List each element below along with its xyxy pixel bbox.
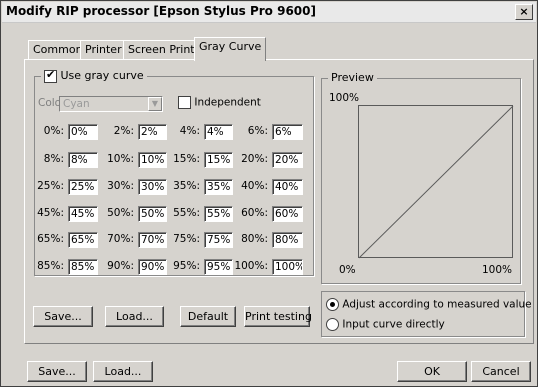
gray-level-input[interactable]: 0% — [68, 124, 98, 140]
gray-level-label: 70%: — [107, 233, 134, 245]
preview-y-max-label: 100% — [329, 92, 360, 104]
gray-level-input[interactable]: 75% — [204, 232, 233, 248]
preview-curve-plot — [358, 105, 514, 259]
gray-level-input[interactable]: 6% — [272, 124, 303, 140]
gray-level-label: 75%: — [173, 233, 200, 245]
gray-level-input[interactable]: 80% — [272, 232, 303, 248]
use-gray-curve-checkbox[interactable] — [44, 68, 57, 83]
gray-level-input[interactable]: 90% — [138, 259, 167, 275]
title-bar: Modify RIP processor [Epson Stylus Pro 9… — [2, 2, 536, 23]
gray-level-input[interactable]: 50% — [138, 206, 167, 222]
gray-level-input[interactable]: 65% — [68, 232, 98, 248]
gray-level-input[interactable]: 70% — [138, 232, 167, 248]
tab-gray-curve[interactable]: Gray Curve — [194, 37, 267, 61]
gray-level-label: 85%: — [37, 260, 64, 272]
gray-level-label: 50%: — [107, 207, 134, 219]
gray-level-label: 55%: — [173, 207, 200, 219]
gray-level-input[interactable]: 35% — [204, 179, 233, 195]
gray-level-input[interactable]: 8% — [68, 152, 98, 168]
gray-level-label: 65%: — [37, 233, 64, 245]
tab-screen-print[interactable]: Screen Print — [123, 40, 200, 60]
gray-level-input[interactable]: 10% — [138, 152, 167, 168]
tab-printer[interactable]: Printer — [80, 40, 127, 60]
gray-level-label: 45%: — [37, 207, 64, 219]
gray-level-input[interactable]: 2% — [138, 124, 167, 140]
gray-level-input[interactable]: 20% — [272, 152, 303, 168]
default-button[interactable]: Default — [180, 306, 236, 327]
gray-level-label: 30%: — [107, 180, 134, 192]
gray-level-input[interactable]: 30% — [138, 179, 167, 195]
gray-level-input[interactable]: 15% — [204, 152, 233, 168]
color-select[interactable]: Cyan ▼ — [59, 96, 163, 112]
use-gray-curve-checkbox-row[interactable]: Use gray curve — [41, 68, 147, 83]
gray-level-input[interactable]: 60% — [272, 206, 303, 222]
use-gray-curve-label: Use gray curve — [60, 69, 144, 82]
cancel-button[interactable]: Cancel — [471, 361, 531, 382]
gray-level-input[interactable]: 85% — [68, 259, 98, 275]
gray-level-label: 6%: — [247, 125, 268, 137]
ok-button[interactable]: OK — [397, 361, 467, 382]
independent-label: Independent — [194, 96, 261, 109]
gray-level-input[interactable]: 45% — [68, 206, 98, 222]
window-title: Modify RIP processor [Epson Stylus Pro 9… — [6, 4, 316, 18]
gray-level-label: 10%: — [107, 153, 134, 165]
gray-level-label: 100%: — [234, 260, 268, 272]
gray-level-input[interactable]: 95% — [204, 259, 233, 275]
radio-adjust-measured-button[interactable] — [326, 298, 339, 311]
preview-curve-line — [358, 105, 514, 259]
gray-level-label: 25%: — [37, 180, 64, 192]
curve-load-button[interactable]: Load... — [105, 306, 164, 327]
color-select-value: Cyan — [63, 98, 90, 110]
close-button[interactable]: × — [515, 4, 533, 20]
gray-level-label: 80%: — [241, 233, 268, 245]
gray-level-label: 90%: — [107, 260, 134, 272]
print-testing-button[interactable]: Print testing — [244, 306, 312, 327]
independent-checkbox[interactable] — [178, 96, 191, 109]
gray-level-label: 0%: — [43, 125, 64, 137]
independent-checkbox-row[interactable]: Independent — [178, 96, 261, 109]
gray-level-label: 4%: — [179, 125, 200, 137]
radio-input-directly-button[interactable] — [326, 318, 339, 331]
radio-adjust-measured[interactable]: Adjust according to measured value — [326, 298, 532, 311]
gray-level-label: 2%: — [113, 125, 134, 137]
tab-common[interactable]: Common — [28, 40, 88, 60]
gray-level-input[interactable]: 40% — [272, 179, 303, 195]
chevron-down-icon: ▼ — [148, 97, 162, 111]
preview-label: Preview — [328, 71, 377, 84]
gray-level-input[interactable]: 4% — [204, 124, 233, 140]
footer-load-button[interactable]: Load... — [93, 361, 153, 382]
gray-level-input[interactable]: 25% — [68, 179, 98, 195]
gray-level-label: 20%: — [241, 153, 268, 165]
preview-plot-frame — [358, 105, 513, 258]
gray-level-label: 15%: — [173, 153, 200, 165]
preview-x-max-label: 100% — [482, 264, 513, 276]
radio-input-directly-label: Input curve directly — [342, 318, 445, 331]
gray-level-label: 8%: — [43, 153, 64, 165]
gray-level-label: 35%: — [173, 180, 200, 192]
gray-level-label: 95%: — [173, 260, 200, 272]
gray-level-label: 40%: — [241, 180, 268, 192]
radio-adjust-measured-label: Adjust according to measured value — [342, 298, 532, 311]
dialog-window: Modify RIP processor [Epson Stylus Pro 9… — [0, 0, 538, 387]
radio-input-directly[interactable]: Input curve directly — [326, 318, 445, 331]
gray-level-input[interactable]: 55% — [204, 206, 233, 222]
preview-x-min-label: 0% — [339, 264, 356, 276]
footer-save-button[interactable]: Save... — [27, 361, 87, 382]
gray-level-label: 60%: — [241, 207, 268, 219]
curve-save-button[interactable]: Save... — [33, 306, 93, 327]
gray-level-input[interactable]: 100% — [272, 259, 303, 275]
